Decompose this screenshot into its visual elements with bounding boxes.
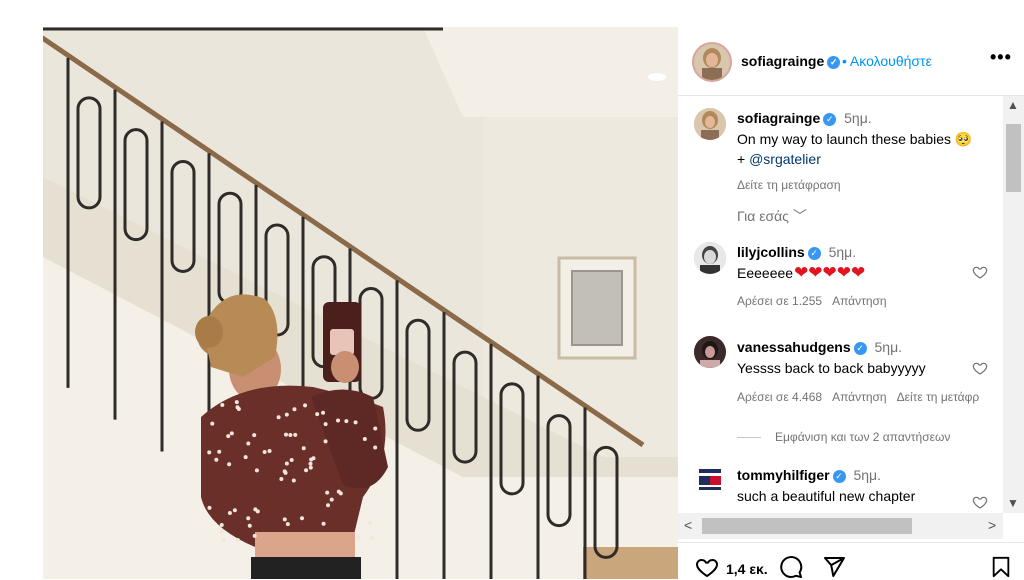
- post-photo[interactable]: [43, 27, 678, 579]
- scroll-thumb[interactable]: [1006, 124, 1021, 192]
- scroll-thumb[interactable]: [702, 518, 912, 534]
- comment-text: Eeeeeee❤❤❤❤❤: [737, 263, 866, 282]
- comment-username[interactable]: lilyjcollins: [737, 244, 805, 260]
- more-icon[interactable]: •••: [990, 47, 1012, 68]
- translate-link[interactable]: Δείτε τη μετάφρ: [897, 390, 980, 404]
- comments-list: sofiagrainge ✓ 5ημ. On my way to launch t…: [678, 96, 1003, 513]
- comment-meta: Αρέσει σε 1.255 Απάντηση: [737, 294, 897, 308]
- follow-button[interactable]: • Ακολουθήστε: [842, 53, 932, 69]
- scroll-down-icon[interactable]: ▼: [1007, 496, 1019, 510]
- verified-icon: ✓: [823, 112, 837, 126]
- comment-icon[interactable]: [779, 555, 803, 579]
- comment-likes[interactable]: Αρέσει σε 4.468: [737, 390, 822, 404]
- heart-emojis: ❤❤❤❤❤: [794, 263, 866, 282]
- author-avatar[interactable]: [692, 42, 732, 82]
- verified-icon: ✓: [853, 341, 867, 355]
- scroll-left-icon[interactable]: <: [684, 517, 692, 533]
- caption-username[interactable]: sofiagrainge: [737, 110, 820, 126]
- post-header: sofiagrainge ✓ • Ακολουθήστε •••: [678, 27, 1024, 96]
- caption-header: sofiagrainge ✓ 5ημ.: [737, 110, 872, 126]
- comment-likes[interactable]: Αρέσει σε 1.255: [737, 294, 822, 308]
- like-heart-icon[interactable]: [694, 555, 720, 579]
- vertical-scrollbar[interactable]: ▲ ▼: [1003, 96, 1024, 513]
- comment-username[interactable]: vanessahudgens: [737, 339, 851, 355]
- horizontal-scrollbar[interactable]: < >: [678, 513, 1003, 539]
- comment-item: tommyhilfiger ✓ 5ημ. such a beautiful new…: [678, 464, 1003, 513]
- like-comment-heart-icon[interactable]: [972, 360, 988, 376]
- verified-icon: ✓: [807, 246, 821, 260]
- post-actions: 1,4 εκ.: [678, 542, 1024, 580]
- comment-avatar[interactable]: [694, 336, 726, 368]
- post-panel: sofiagrainge ✓ • Ακολουθήστε ••• sofiagrai…: [678, 27, 1024, 579]
- caption: sofiagrainge ✓ 5ημ. On my way to launch t…: [678, 96, 1003, 266]
- scroll-right-icon[interactable]: >: [988, 517, 996, 533]
- caption-time: 5ημ.: [844, 110, 872, 126]
- verified-icon: ✓: [827, 55, 841, 69]
- view-replies[interactable]: Εμφάνιση και των 2 απαντήσεων: [737, 430, 950, 444]
- like-comment-heart-icon[interactable]: [972, 264, 988, 280]
- comment-header: tommyhilfiger ✓ 5ημ.: [737, 467, 881, 483]
- post-photo-image: [43, 27, 678, 579]
- comment-avatar[interactable]: [694, 242, 726, 274]
- comment-text: Yessss back to back babyyyyy: [737, 360, 926, 376]
- comment-header: lilyjcollins ✓ 5ημ.: [737, 244, 857, 260]
- comment-item: vanessahudgens ✓ 5ημ. Yessss back to back…: [678, 336, 1003, 416]
- verified-icon: ✓: [832, 469, 846, 483]
- reply-button[interactable]: Απάντηση: [832, 294, 887, 308]
- caption-avatar[interactable]: [694, 108, 726, 140]
- comment-text: such a beautiful new chapter: [737, 488, 916, 504]
- comment-meta: Αρέσει σε 4.468 Απάντηση Δείτε τη μετάφρ: [737, 390, 989, 404]
- comment-item: lilyjcollins ✓ 5ημ. Eeeeeee❤❤❤❤❤ Αρέσει σ…: [678, 242, 1003, 322]
- caption-text: On my way to launch these babies 🥺 + @sr…: [737, 131, 973, 167]
- comment-header: vanessahudgens ✓ 5ημ.: [737, 339, 903, 355]
- reply-button[interactable]: Απάντηση: [832, 390, 887, 404]
- for-you-dropdown[interactable]: Για εσάς ﹀: [737, 206, 807, 226]
- mention-link[interactable]: @srgatelier: [749, 151, 821, 167]
- comment-avatar[interactable]: [694, 464, 726, 496]
- author-username[interactable]: sofiagrainge ✓: [741, 53, 841, 69]
- caption-translate[interactable]: Δείτε τη μετάφραση: [737, 178, 841, 192]
- replies-divider: [737, 437, 761, 439]
- scroll-up-icon[interactable]: ▲: [1007, 98, 1019, 112]
- likes-count[interactable]: 1,4 εκ.: [726, 561, 768, 577]
- bookmark-icon[interactable]: [990, 555, 1012, 579]
- share-icon[interactable]: [822, 555, 846, 579]
- comment-username[interactable]: tommyhilfiger: [737, 467, 830, 483]
- like-comment-heart-icon[interactable]: [972, 494, 988, 510]
